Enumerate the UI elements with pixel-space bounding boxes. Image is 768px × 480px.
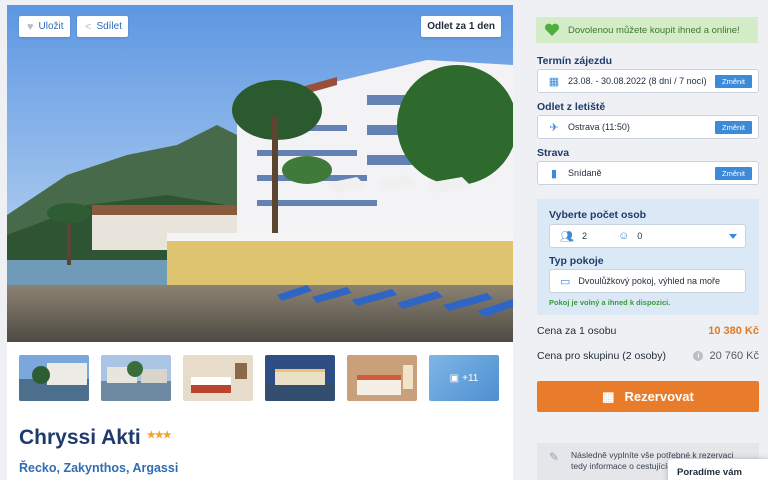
reserve-button-label: Rezervovat xyxy=(624,389,694,404)
airport-field[interactable]: ✈ Ostrava (11:50) Změnit xyxy=(537,115,759,139)
hero-photo[interactable]: ♥ Uložit < Sdílet Odlet za 1 den xyxy=(7,5,513,342)
change-board-button[interactable]: Změnit xyxy=(715,167,752,180)
booking-panel: Dovolenou můžete koupit ihned a online! … xyxy=(529,0,768,480)
thumbnail-4[interactable] xyxy=(265,355,335,401)
hotel-stars: ★★★ xyxy=(146,429,172,441)
change-term-button[interactable]: Změnit xyxy=(715,75,752,88)
adults-icon: 👥︎ xyxy=(560,230,574,243)
hotel-card: ♥ Uložit < Sdílet Odlet za 1 den ▣ +11 C… xyxy=(7,5,513,480)
pin-icon: ✎ xyxy=(549,450,560,464)
more-photos-button[interactable]: ▣ +11 xyxy=(429,355,499,401)
room-type-value: Dvoulůžkový pokoj, výhled na moře xyxy=(578,276,720,286)
food-icon: ▮ xyxy=(550,167,558,180)
save-button-label: Uložit xyxy=(38,21,64,32)
hero-photo-image xyxy=(7,5,513,342)
bed-icon: ▭ xyxy=(560,275,571,288)
airport-label: Odlet z letiště xyxy=(537,101,606,113)
term-value: 23.08. - 30.08.2022 (8 dní / 7 nocí) xyxy=(568,76,707,86)
heart-outline-icon: ♥ xyxy=(27,20,34,33)
share-button-label: Sdílet xyxy=(96,21,123,32)
board-label: Strava xyxy=(537,147,570,159)
heart-icon xyxy=(544,23,560,36)
hotel-name: Chryssi Akti xyxy=(19,426,141,449)
board-field[interactable]: ▮ Snídaně Změnit xyxy=(537,161,759,185)
term-field[interactable]: ▦ 23.08. - 30.08.2022 (8 dní / 7 nocí) Z… xyxy=(537,69,759,93)
save-button[interactable]: ♥ Uložit xyxy=(19,16,70,37)
adults-count: 2 xyxy=(581,231,587,241)
child-icon: ☺ xyxy=(617,230,630,242)
hotel-title: Chryssi Akti ★★★ xyxy=(19,426,172,450)
persons-and-room-box: Vyberte počet osob 👥︎ 2 ☺ 0 Typ pokoje ▭… xyxy=(537,199,759,315)
room-availability-note: Pokoj je volný a ihned k dispozici. xyxy=(549,298,671,307)
airplane-icon: ✈ xyxy=(549,121,559,134)
hotel-location[interactable]: Řecko, Zakynthos, Argassi xyxy=(19,461,178,475)
change-airport-button[interactable]: Změnit xyxy=(715,121,752,134)
more-photos-count: +11 xyxy=(462,372,479,384)
departure-badge: Odlet za 1 den xyxy=(421,16,501,37)
share-button[interactable]: < Sdílet xyxy=(77,16,128,37)
price-per-person-label: Cena za 1 osobu xyxy=(537,325,617,337)
calendar-icon: ▦ xyxy=(548,75,560,88)
chevron-down-icon xyxy=(729,234,737,239)
thumbnail-5[interactable] xyxy=(347,355,417,401)
image-icon: ▣ xyxy=(449,372,460,384)
info-icon[interactable]: i xyxy=(693,351,704,361)
reserve-button[interactable]: ▦ Rezervovat xyxy=(537,381,759,412)
calendar-icon: ▦ xyxy=(602,388,615,404)
persons-select[interactable]: 👥︎ 2 ☺ 0 xyxy=(549,224,746,248)
help-chat-popup[interactable]: Poradíme vám xyxy=(668,459,768,480)
airport-value: Ostrava (11:50) xyxy=(568,122,630,132)
price-group-value: 20 760 Kč xyxy=(709,350,759,362)
persons-label: Vyberte počet osob xyxy=(549,209,647,221)
room-type-label: Typ pokoje xyxy=(549,255,604,267)
room-type-select[interactable]: ▭ Dvoulůžkový pokoj, výhled na moře xyxy=(549,269,746,293)
thumbnail-2[interactable] xyxy=(101,355,171,401)
price-group-wrap: i 20 760 Kč xyxy=(693,350,759,362)
price-per-person-value: 10 380 Kč xyxy=(708,325,759,337)
availability-notice: Dovolenou můžete koupit ihned a online! xyxy=(536,17,758,43)
price-per-person-row: Cena za 1 osobu 10 380 Kč xyxy=(537,325,759,337)
thumbnail-1[interactable] xyxy=(19,355,89,401)
term-label: Termín zájezdu xyxy=(537,55,613,67)
price-group-row: Cena pro skupinu (2 osoby) i 20 760 Kč xyxy=(537,350,759,362)
price-group-label: Cena pro skupinu (2 osoby) xyxy=(537,350,666,362)
thumbnail-3[interactable] xyxy=(183,355,253,401)
availability-notice-text: Dovolenou můžete koupit ihned a online! xyxy=(568,24,740,36)
children-count: 0 xyxy=(637,231,643,241)
board-value: Snídaně xyxy=(568,168,602,178)
share-icon: < xyxy=(85,20,92,33)
